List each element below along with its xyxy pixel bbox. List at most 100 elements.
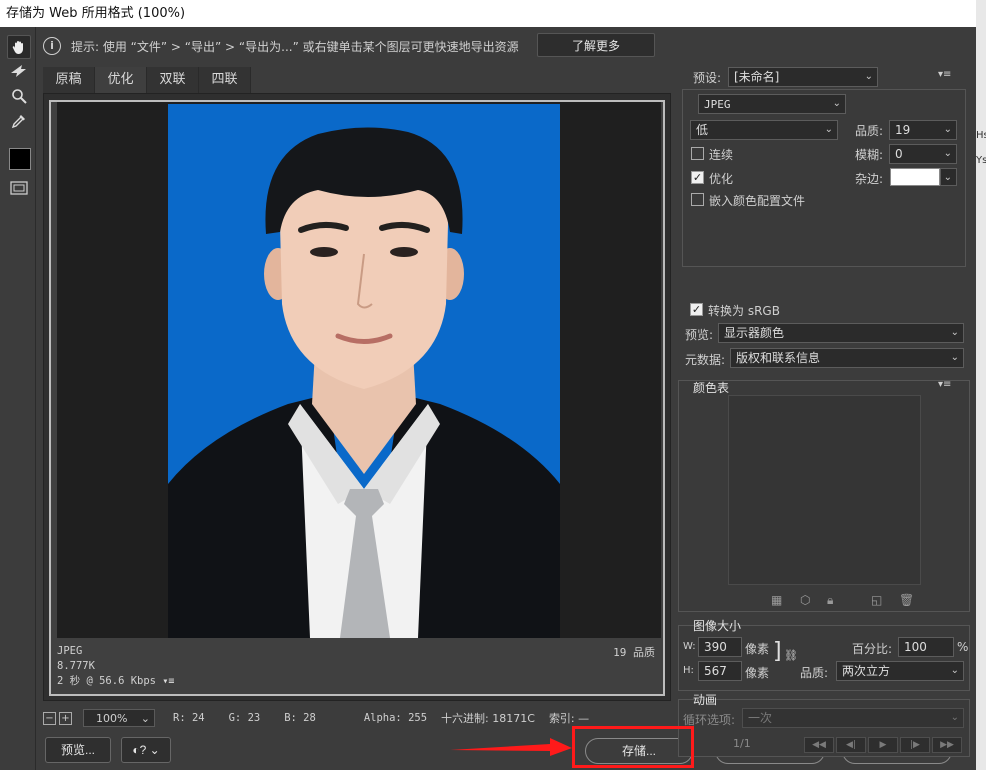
tab-original[interactable]: 原稿: [43, 67, 95, 93]
hex-value: 十六进制: 18171C: [441, 712, 535, 725]
eyedropper-color-swatch[interactable]: [9, 148, 31, 170]
view-tabs: 原稿 优化 双联 四联: [43, 67, 251, 93]
tab-optimized[interactable]: 优化: [95, 67, 147, 93]
width-value: 390: [704, 640, 727, 654]
preset-value: [未命名]: [734, 70, 780, 84]
annotation-arrow-icon: [450, 738, 572, 756]
red-value: R: 24: [173, 712, 205, 724]
preset-label: 预设:: [693, 71, 722, 85]
loop-options-select[interactable]: 一次 ⌄: [742, 708, 964, 728]
download-speed-menu-icon[interactable]: ▾≡: [162, 676, 174, 687]
matte-select[interactable]: ⌄: [940, 168, 957, 186]
resample-quality-select[interactable]: 两次立方 ⌄: [836, 661, 964, 681]
toggle-slices-visibility-icon[interactable]: [7, 176, 31, 200]
tab-2-up[interactable]: 双联: [147, 67, 199, 93]
chevron-down-icon: ⌄: [824, 124, 833, 135]
height-label: H:: [683, 665, 694, 676]
preview-format: JPEG: [57, 645, 83, 657]
map-to-transparent-icon[interactable]: ▦: [771, 593, 782, 607]
link-bracket-icon: ]: [773, 639, 782, 664]
new-color-icon[interactable]: ◱: [871, 593, 882, 607]
zoom-select[interactable]: 100% ⌄: [83, 709, 155, 727]
info-icon: i: [43, 37, 61, 55]
format-select[interactable]: JPEG ⌄: [698, 94, 846, 114]
chevron-down-icon: ⌄: [943, 124, 952, 135]
quality-level-value: 低: [696, 123, 709, 137]
globe-question-icon: ◐?: [132, 743, 147, 757]
image-size-title: 图像大小: [693, 619, 742, 633]
chevron-down-icon: ⌄: [832, 98, 841, 109]
metadata-label: 元数据:: [685, 353, 726, 367]
tab-4-up[interactable]: 四联: [199, 67, 251, 93]
convert-srgb-checkbox[interactable]: ✓: [690, 303, 703, 316]
preview-label: 预览:: [685, 328, 714, 342]
trash-icon[interactable]: 🗑︎: [899, 593, 914, 607]
height-unit: 像素: [745, 666, 770, 680]
quality-input[interactable]: 19 ⌄: [889, 120, 957, 140]
height-input[interactable]: 567: [698, 661, 742, 681]
preview-download-time: 2 秒 @ 56.6 Kbps: [57, 675, 157, 687]
blur-input[interactable]: 0 ⌄: [889, 144, 957, 164]
progressive-label: 连续: [709, 148, 734, 162]
chevron-down-icon: ⌄: [140, 711, 150, 725]
lock-color-icon[interactable]: 🔒︎: [827, 593, 833, 608]
image-size-box: [678, 625, 970, 691]
blue-value: B: 28: [284, 712, 316, 724]
percent-value: 100: [904, 640, 927, 654]
optimized-label: 优化: [709, 172, 734, 186]
optimized-checkbox[interactable]: ✓: [691, 171, 704, 184]
preset-menu-icon[interactable]: ▾≡: [938, 69, 951, 80]
width-input[interactable]: 390: [698, 637, 742, 657]
constrain-proportions-icon[interactable]: ⛓: [784, 649, 798, 662]
eyedropper-tool-icon[interactable]: [7, 109, 31, 133]
green-value: G: 23: [228, 712, 261, 724]
color-table-menu-icon[interactable]: ▾≡: [938, 379, 951, 390]
preview-in-browser-button[interactable]: 预览...: [45, 737, 111, 763]
zoom-out-icon[interactable]: −: [43, 711, 56, 725]
background-window-edge: Hs Ys: [976, 0, 986, 770]
chevron-down-icon: ⌄: [149, 743, 160, 757]
edge-label: Ys: [976, 155, 986, 166]
save-for-web-dialog: i 提示: 使用 “文件” > “导出” > “导出为...” 或右键单击某个图…: [0, 27, 976, 770]
hand-tool-icon[interactable]: [7, 35, 31, 59]
metadata-value: 版权和联系信息: [736, 351, 821, 365]
play-icon[interactable]: ▶: [868, 737, 898, 753]
percent-sign: %: [957, 640, 969, 654]
quality-level-select[interactable]: 低 ⌄: [690, 120, 838, 140]
chevron-down-icon: ⌄: [943, 172, 952, 183]
next-frame-icon[interactable]: |▶: [900, 737, 930, 753]
first-frame-icon[interactable]: ◀◀: [804, 737, 834, 753]
color-table: [728, 395, 921, 585]
percent-label: 百分比:: [852, 642, 893, 656]
last-frame-icon[interactable]: ▶▶: [932, 737, 962, 753]
web-shift-icon[interactable]: ⬡: [800, 593, 810, 607]
embed-profile-checkbox[interactable]: ✓: [691, 193, 704, 206]
convert-srgb-label: 转换为 sRGB: [708, 304, 780, 318]
optimized-preview-pane[interactable]: JPEG 8.777K 2 秒 @ 56.6 Kbps ▾≡ 19 品质: [49, 100, 665, 696]
matte-color-swatch[interactable]: [890, 168, 940, 186]
loop-options-value: 一次: [748, 711, 773, 725]
width-unit: 像素: [745, 642, 770, 656]
frame-counter: 1/1: [733, 737, 751, 750]
resample-quality-value: 两次立方: [842, 664, 891, 678]
index-value: 索引: —: [548, 712, 590, 725]
progressive-checkbox[interactable]: ✓: [691, 147, 704, 160]
metadata-select[interactable]: 版权和联系信息 ⌄: [730, 348, 964, 368]
previous-frame-icon[interactable]: ◀|: [836, 737, 866, 753]
matte-label: 杂边:: [855, 172, 884, 186]
percent-input[interactable]: 100: [898, 637, 954, 657]
chevron-down-icon: ⌄: [950, 665, 959, 676]
chevron-down-icon: ⌄: [943, 148, 952, 159]
zoom-in-icon[interactable]: +: [59, 711, 72, 725]
preview-color-select[interactable]: 显示器颜色 ⌄: [718, 323, 964, 343]
preset-select[interactable]: [未命名] ⌄: [728, 67, 878, 87]
animation-title: 动画: [693, 693, 718, 707]
zoom-tool-icon[interactable]: [7, 84, 31, 108]
blur-value: 0: [895, 147, 903, 161]
edge-label: Hs: [976, 130, 986, 141]
chevron-down-icon: ⌄: [950, 352, 959, 363]
slice-select-tool-icon[interactable]: [7, 59, 31, 83]
learn-more-button[interactable]: 了解更多: [537, 33, 655, 57]
alpha-value: Alpha: 255: [363, 712, 428, 724]
browser-select-button[interactable]: ◐? ⌄: [121, 737, 171, 763]
